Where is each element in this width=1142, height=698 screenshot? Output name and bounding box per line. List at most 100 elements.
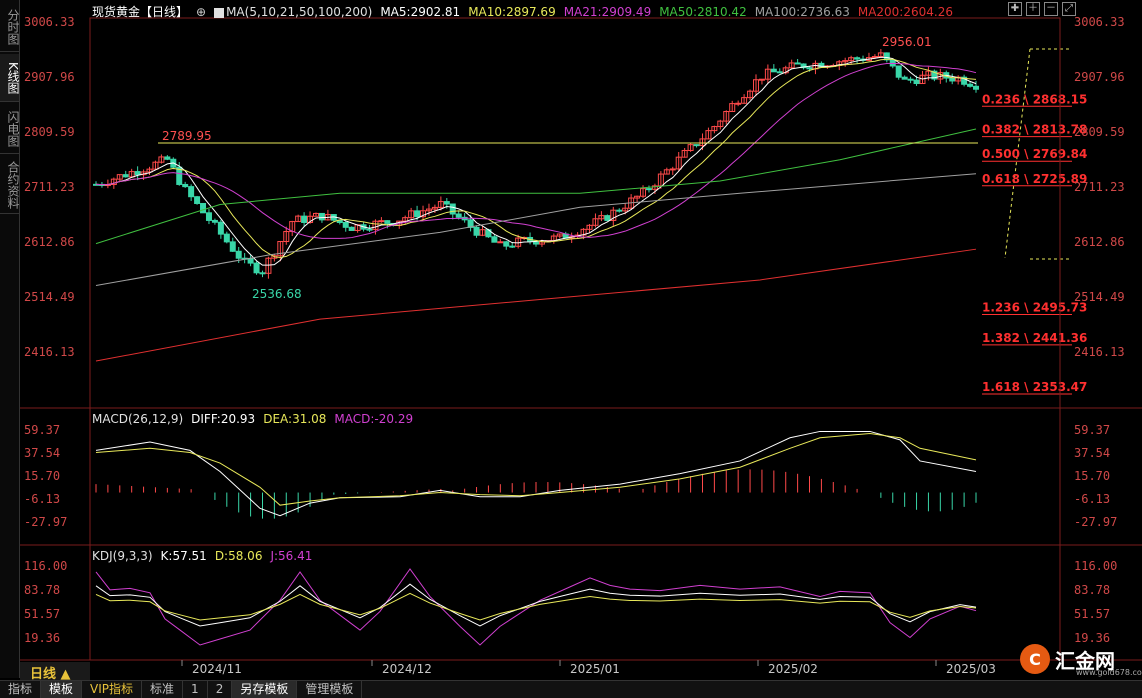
date-tick-label: 2025/02 [768, 662, 818, 676]
date-tick-label: 2024/12 [382, 662, 432, 676]
candle-body [211, 219, 218, 223]
candle-body [443, 201, 450, 205]
ma50-value: MA50:2810.42 [659, 5, 747, 19]
tab-timeshare[interactable]: 分时图 [0, 2, 20, 52]
logo-url: www.gold678.com [1076, 668, 1142, 677]
candle-body [182, 183, 189, 188]
macd-tick-label-left: 59.37 [24, 423, 60, 437]
candle-body [318, 212, 325, 221]
fib-level-label: 0.236 \ 2868.15 [982, 92, 1087, 106]
candle-body [491, 236, 498, 243]
candle-body [188, 186, 195, 198]
axes: 3006.33 3006.33 2907.96 2907.96 2809.59 2809.… [20, 15, 1142, 676]
date-tick-label: 2024/11 [192, 662, 242, 676]
candle-body [164, 156, 171, 160]
chart-toolbar: ✚ ＋ － ⤢ [1008, 2, 1076, 16]
fib-level-label: 1.618 \ 2353.47 [982, 380, 1087, 394]
logo: C 汇金网 www.gold678.com [1020, 640, 1142, 678]
date-tick-label: 2025/01 [570, 662, 620, 676]
instrument-title: 现货黄金【日线】 [92, 5, 189, 19]
price-tick-label-right: 2416.13 [1074, 345, 1125, 359]
fib-level-label: 1.382 \ 2441.36 [982, 331, 1087, 345]
bottom-toolbar: 指标 模板 VIP指标 标准 1 2 另存模板 管理模板 [0, 680, 1142, 698]
crosshair-icon[interactable]: ✚ [1008, 2, 1022, 16]
price-tick-label-right: 2612.86 [1074, 235, 1125, 249]
candle-body [645, 188, 652, 191]
candle-body [895, 65, 902, 78]
tab-lightning[interactable]: 闪电图 [0, 104, 20, 154]
candle-body [235, 250, 242, 259]
candle-body [301, 215, 308, 223]
color-square-icon [214, 7, 225, 18]
candle-body [259, 272, 266, 275]
zoom-out-icon[interactable]: － [1044, 2, 1058, 16]
ma50-line [95, 128, 977, 245]
kdj-j-line [95, 568, 977, 646]
candle-body [854, 57, 861, 60]
tab-save-template[interactable]: 另存模板 [232, 680, 298, 698]
ma21-line [95, 62, 977, 239]
tab-contract-info[interactable]: 合约资料 [0, 156, 20, 214]
macd-tick-label-left: -27.97 [24, 515, 67, 529]
macd-tick-label-right: 15.70 [1074, 469, 1110, 483]
macd-header: MACD(26,12,9) DIFF:20.93 DEA:31.08 MACD:-20… [92, 412, 414, 426]
ma200-value: MA200:2604.26 [857, 5, 953, 19]
candle-body [794, 62, 801, 65]
candle-body [949, 77, 956, 82]
ma5-value: MA5:2902.81 [380, 5, 461, 19]
target-icon: ⊕ [196, 5, 207, 19]
tab-manage-templates[interactable]: 管理模板 [297, 680, 363, 698]
fib-level-label: 1.236 \ 2495.73 [982, 300, 1087, 314]
candle-body [973, 85, 979, 90]
candle-body [247, 257, 254, 264]
candle-body [509, 245, 516, 248]
candle-body [223, 233, 230, 243]
chart-area[interactable]: 2789.95 2536.68 2956.01 0.236 \ 2868.15 0.38… [20, 0, 1142, 680]
ma100-value: MA100:2736.63 [754, 5, 850, 19]
high-right-label: 2956.01 [882, 35, 932, 49]
price-tick-label-left: 3006.33 [24, 15, 75, 29]
candle-body [134, 171, 141, 176]
tab-vip-indicators[interactable]: VIP指标 [82, 680, 143, 698]
kdj-tick-label-right: 83.78 [1074, 583, 1110, 597]
tab-templates[interactable]: 模板 [41, 680, 83, 698]
fib-level-label: 0.500 \ 2769.84 [982, 147, 1087, 161]
kdj-tick-label-left: 51.57 [24, 607, 60, 621]
candle-body [503, 241, 510, 247]
macd-tick-label-left: 15.70 [24, 469, 60, 483]
candle-body [669, 168, 676, 171]
fib-level-label: 0.618 \ 2725.89 [982, 172, 1087, 186]
candle-body [455, 213, 462, 218]
candle-body [806, 67, 813, 70]
candle-body [449, 203, 456, 215]
tab-kline[interactable]: K线图 [0, 54, 20, 102]
fullscreen-icon[interactable]: ⤢ [1062, 2, 1076, 16]
kdj-tick-label-left: 19.36 [24, 631, 60, 645]
price-tick-label-left: 2907.96 [24, 70, 75, 84]
candle-body [342, 221, 349, 228]
price-panel-border [89, 17, 1061, 409]
low-label: 2536.68 [252, 287, 302, 301]
zoom-in-icon[interactable]: ＋ [1026, 2, 1040, 16]
kdj-tick-label-right: 51.57 [1074, 607, 1110, 621]
tab-indicators[interactable]: 指标 [0, 680, 42, 698]
candle-body [366, 228, 373, 231]
candle-body [200, 202, 207, 214]
macd-tick-label-right: 37.54 [1074, 446, 1110, 460]
tab-2[interactable]: 2 [208, 680, 233, 698]
ma200-line [95, 248, 977, 362]
macd-tick-label-right: 59.37 [1074, 423, 1110, 437]
tab-standard[interactable]: 标准 [142, 680, 184, 698]
kdj-tick-label-left: 116.00 [24, 559, 67, 573]
macd-panel [95, 430, 977, 519]
candle-body [205, 212, 212, 221]
candle-body [770, 68, 777, 73]
ma10-value: MA10:2897.69 [468, 5, 556, 19]
kdj-panel [95, 568, 977, 646]
price-tick-label-right: 2711.23 [1074, 180, 1125, 194]
candle-body [348, 226, 355, 231]
logo-icon: C [1020, 644, 1050, 674]
tab-1[interactable]: 1 [183, 680, 208, 698]
price-tick-label-left: 2711.23 [24, 180, 75, 194]
kdj-header: KDJ(9,3,3) K:57.51 D:58.06 J:56.41 [92, 549, 313, 563]
